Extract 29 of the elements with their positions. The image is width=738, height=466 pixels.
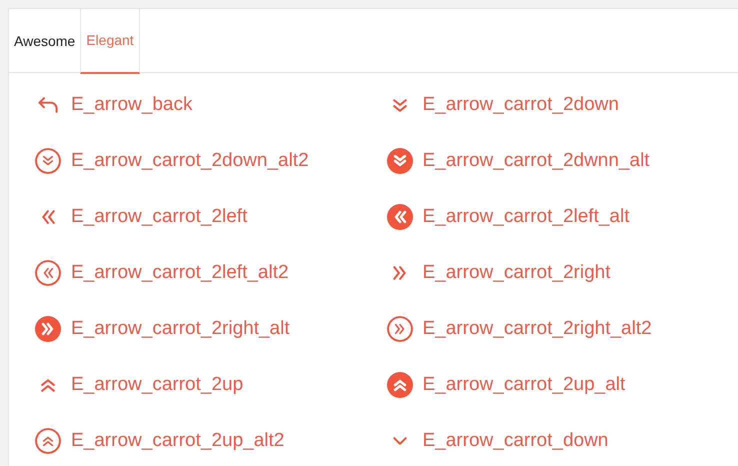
icon-name: E_arrow_carrot_2dwnn_alt	[422, 148, 650, 173]
icon-name: E_arrow_carrot_2down	[422, 92, 619, 117]
double-chevron-right-icon	[393, 266, 406, 280]
double-chevron-right-icon	[386, 316, 412, 342]
double-chevron-down-icon	[392, 98, 406, 112]
icon-name: E_arrow_carrot_2down_alt2	[71, 148, 309, 173]
double-chevron-left-icon	[42, 210, 54, 224]
icon-name: E_arrow_carrot_2up_alt2	[71, 428, 284, 453]
icon-name: E_arrow_carrot_2right	[422, 260, 610, 285]
double-chevron-down-icon	[386, 148, 412, 174]
icon-name: E_arrow_carrot_2up_alt	[422, 372, 626, 397]
back-arrow-icon	[38, 97, 58, 113]
icon-name: E_arrow_back	[71, 92, 192, 117]
double-chevron-left-icon	[35, 260, 61, 286]
icon-name: E_arrow_carrot_2up	[71, 372, 244, 397]
double-chevron-down-icon	[35, 148, 61, 174]
icon-name: E_arrow_carrot_2left	[71, 204, 248, 229]
double-chevron-up-icon	[386, 372, 412, 398]
tab[interactable]: Awesome	[9, 9, 80, 73]
icon-name: E_arrow_carrot_2right_alt	[71, 316, 290, 341]
double-chevron-left-icon	[386, 204, 412, 230]
chevron-down-icon	[392, 437, 406, 445]
icon-name: E_arrow_carrot_2left_alt	[422, 204, 630, 229]
double-chevron-up-icon	[41, 378, 55, 392]
icon-name: E_arrow_carrot_down	[422, 428, 608, 453]
double-chevron-up-icon	[35, 428, 61, 454]
double-chevron-right-icon	[35, 316, 61, 342]
icon-name: E_arrow_carrot_2right_alt2	[422, 316, 652, 341]
icon-name: E_arrow_carrot_2left_alt2	[71, 260, 289, 285]
